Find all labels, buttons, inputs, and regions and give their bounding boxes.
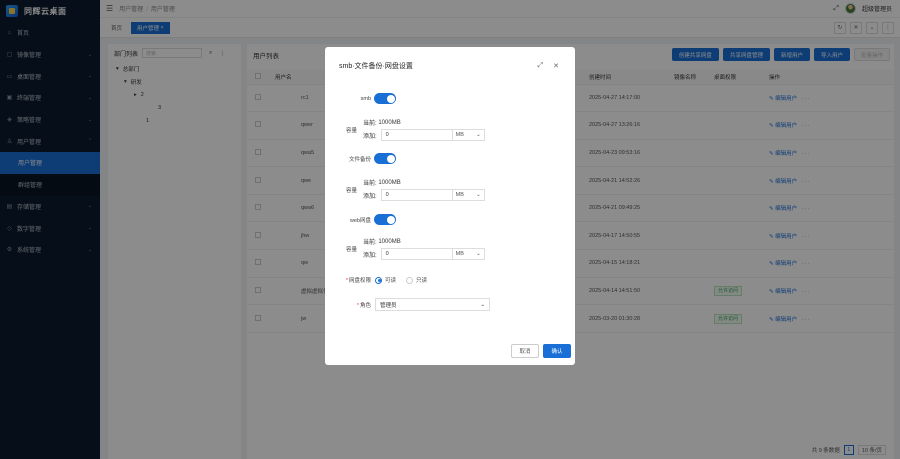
chevron-down-icon: ⌄ xyxy=(476,192,481,198)
unit-value: MB xyxy=(455,251,464,257)
add-label: 添加: xyxy=(363,133,377,140)
disk-perm-label: *网盘权限 xyxy=(345,278,371,284)
unit-select[interactable]: MB ⌄ xyxy=(452,248,485,260)
add-capacity-input[interactable]: 0 xyxy=(380,248,453,260)
capacity-label: 容量 xyxy=(345,127,357,134)
current-value: 1000MB xyxy=(378,238,401,245)
role-select[interactable]: 管理员 ⌄ xyxy=(375,298,490,311)
capacity-label: 容量 xyxy=(345,246,357,253)
smb-settings-dialog: smb·文件备份·网盘设置 ⤢ ✕ smb 容量 当前: 1000MB 添加: 0… xyxy=(325,47,575,365)
dialog-title: smb·文件备份·网盘设置 xyxy=(339,63,413,70)
radio-readonly[interactable] xyxy=(406,276,414,284)
perm-label-text: 网盘权限 xyxy=(348,278,371,284)
close-icon[interactable]: ✕ xyxy=(553,62,559,70)
smb-switch[interactable] xyxy=(374,93,396,104)
netdisk-label: web网盘 xyxy=(349,217,371,224)
role-label: *角色 xyxy=(356,302,371,309)
chevron-down-icon: ⌄ xyxy=(476,132,481,138)
confirm-button[interactable]: 确认 xyxy=(543,344,571,358)
radio-readable[interactable] xyxy=(375,276,382,284)
add-capacity-input[interactable]: 0 xyxy=(380,129,453,141)
current-label: 当前: xyxy=(363,121,377,127)
add-label: 添加: xyxy=(363,193,377,200)
role-label-text: 角色 xyxy=(359,302,371,309)
chevron-down-icon: ⌄ xyxy=(476,251,481,257)
maximize-icon[interactable]: ⤢ xyxy=(538,62,544,70)
capacity-label: 容量 xyxy=(345,187,357,194)
add-label: 添加: xyxy=(363,252,377,259)
unit-value: MB xyxy=(455,132,464,138)
smb-label: smb xyxy=(360,95,371,102)
backup-label: 文件备份 xyxy=(348,156,371,163)
cancel-button[interactable]: 取消 xyxy=(511,344,539,358)
current-label: 当前: xyxy=(363,181,377,187)
role-value: 管理员 xyxy=(380,302,397,309)
current-value: 1000MB xyxy=(378,119,401,126)
add-capacity-input[interactable]: 0 xyxy=(380,189,453,201)
current-label: 当前: xyxy=(363,240,377,246)
chevron-down-icon: ⌄ xyxy=(480,301,485,308)
netdisk-switch[interactable] xyxy=(374,214,396,225)
backup-switch[interactable] xyxy=(374,153,396,164)
radio-label: 只读 xyxy=(416,278,428,284)
unit-value: MB xyxy=(455,192,464,198)
radio-label: 可读 xyxy=(385,278,397,284)
current-value: 1000MB xyxy=(378,179,401,186)
unit-select[interactable]: MB ⌄ xyxy=(452,129,485,141)
unit-select[interactable]: MB ⌄ xyxy=(452,189,485,201)
